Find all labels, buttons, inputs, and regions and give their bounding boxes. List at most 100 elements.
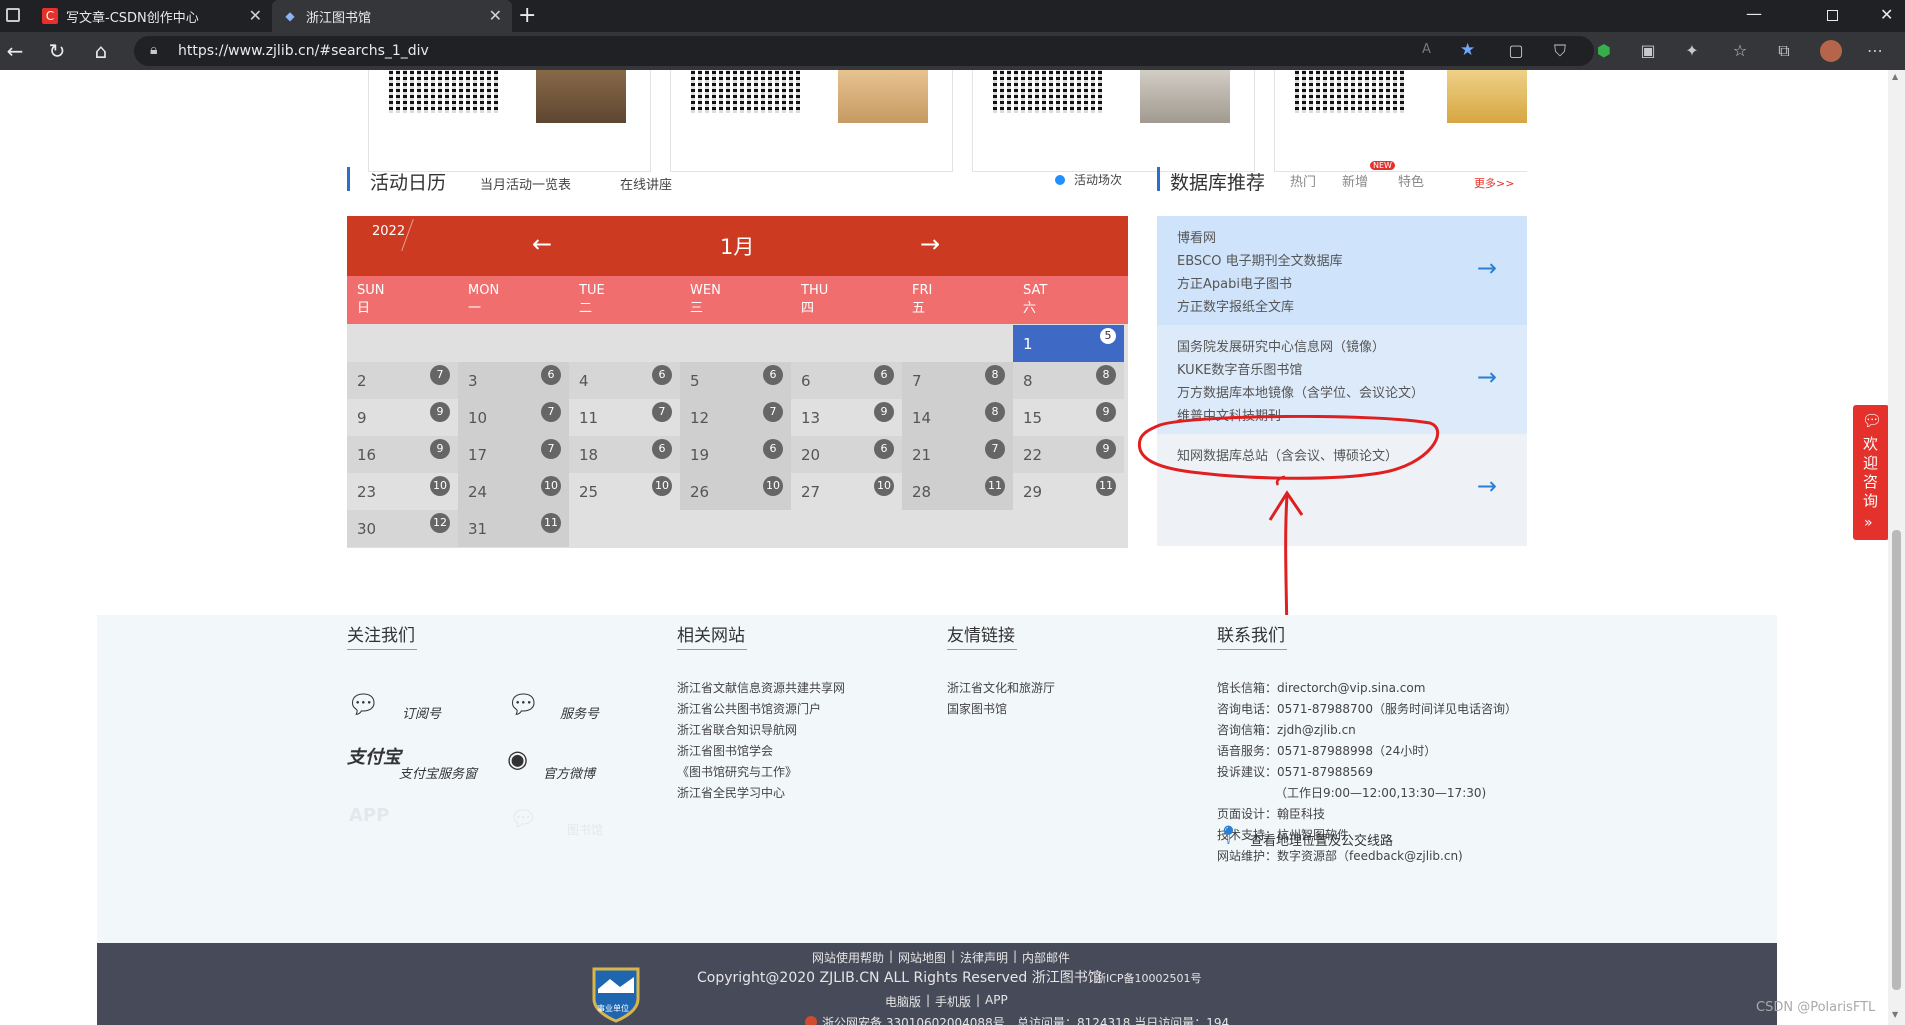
read-aloud-icon[interactable]: A [1422,42,1431,57]
calendar-day[interactable]: 31 11 [458,510,569,547]
online-lecture-link[interactable]: 在线讲座 [620,174,672,193]
calendar-day[interactable]: 15 [1013,325,1124,362]
extension-icon-2[interactable]: ⬢ [1595,42,1613,60]
calendar-day[interactable]: 36 [458,362,569,399]
qr-card[interactable] [670,70,953,172]
db-item[interactable]: 方正Apabi电子图书 [1177,273,1292,292]
calendar-day[interactable]: 66 [791,362,902,399]
calendar-day[interactable]: 14 8 [902,399,1013,436]
map-link[interactable]: 查看地理位置及公交线路 [1250,830,1393,849]
db-more-link[interactable]: 更多>> [1474,175,1514,191]
favorite-star-icon[interactable]: ★ [1460,40,1475,60]
follow-subscription[interactable]: 订阅号 [402,703,441,722]
extension-icon-3[interactable]: ▣ [1639,42,1657,60]
extensions-puzzle-icon[interactable]: ✦ [1683,42,1701,60]
calendar-day[interactable]: 12 7 [680,399,791,436]
refresh-icon[interactable]: ↻ [46,40,68,62]
calendar-day[interactable]: 25 10 [569,473,680,510]
tab-zjlib[interactable]: ◆ 浙江图书馆 ✕ [272,0,512,32]
calendar-day[interactable]: 11 7 [569,399,680,436]
related-link[interactable]: 浙江省联合知识导航网 [677,721,797,738]
scroll-up-icon[interactable]: ▲ [1892,72,1898,81]
wechat-service-icon[interactable]: 💬︎ [507,690,540,720]
prev-month-icon[interactable]: ← [532,230,552,258]
related-link[interactable]: 浙江省图书馆学会 [677,742,773,759]
restore-icon[interactable] [1827,10,1838,21]
icp-number[interactable]: 浙ICP备10002501号 [1095,970,1202,986]
related-link[interactable]: 《图书馆研究与工作》 [677,763,797,780]
friend-link[interactable]: 浙江省文化和旅游厅 [947,679,1055,696]
calendar-day[interactable]: 16 9 [347,436,458,473]
qr-card[interactable] [972,70,1255,172]
calendar-day[interactable]: 26 10 [680,473,791,510]
scrollbar[interactable]: ▲ ▼ [1888,70,1905,1025]
favorites-icon[interactable]: ☆ [1731,42,1749,60]
db-tab-featured[interactable]: 特色 [1398,171,1424,190]
faded-chat-icon[interactable]: 💬︎ [509,807,537,832]
calendar-day[interactable]: 88 [1013,362,1124,399]
db-tab-new[interactable]: 新增 [1342,171,1368,190]
version-link[interactable]: 电脑版 [885,993,921,1010]
related-link[interactable]: 浙江省公共图书馆资源门户 [677,700,821,717]
db-block[interactable]: 博看网 EBSCO 电子期刊全文数据库 方正Apabi电子图书 方正数字报纸全文… [1157,216,1527,325]
calendar-day[interactable]: 18 6 [569,436,680,473]
version-link[interactable]: APP [985,993,1008,1007]
calendar-day[interactable]: 99 [347,399,458,436]
db-tab-hot[interactable]: 热门 [1290,171,1316,190]
new-tab-icon[interactable]: + [518,3,536,28]
related-link[interactable]: 浙江省文献信息资源共建共享网 [677,679,845,696]
footer-link[interactable]: 网站地图 [898,949,946,966]
calendar-day[interactable]: 56 [680,362,791,399]
follow-service[interactable]: 服务号 [560,703,599,722]
calendar-day[interactable]: 78 [902,362,1013,399]
related-link[interactable]: 浙江省全民学习中心 [677,784,785,801]
calendar-day[interactable]: 13 9 [791,399,902,436]
home-icon[interactable]: ⌂ [90,40,112,62]
shield-icon[interactable]: ⛉ [1551,42,1569,60]
follow-app[interactable]: APP [349,805,389,826]
weibo-icon[interactable]: ◉ [507,745,528,773]
collections-icon[interactable]: ⧉ [1775,42,1793,60]
version-link[interactable]: 手机版 [935,993,971,1010]
calendar-day[interactable]: 19 6 [680,436,791,473]
extension-icon-1[interactable]: ▢ [1507,42,1525,60]
db-item[interactable]: EBSCO 电子期刊全文数据库 [1177,250,1343,269]
calendar-day[interactable]: 15 9 [1013,399,1124,436]
footer-link[interactable]: 网站使用帮助 [812,949,884,966]
police-record[interactable]: 浙公网安备 33010602004088号 [822,1014,1005,1025]
calendar-day[interactable]: 46 [569,362,680,399]
wechat-icon[interactable]: 💬︎ [347,690,380,720]
consult-button[interactable]: 💬︎ 欢迎咨询 » [1853,405,1889,540]
arrow-right-icon[interactable]: → [1477,472,1497,500]
next-month-icon[interactable]: → [920,230,940,258]
calendar-day[interactable]: 20 6 [791,436,902,473]
footer-link[interactable]: 法律声明 [960,949,1008,966]
address-field[interactable]: 🔒︎ https://www.zjlib.cn/#searchs_1_div A… [134,36,1594,66]
follow-library[interactable]: 图书馆 [567,821,603,838]
arrow-right-icon[interactable]: → [1477,254,1497,282]
footer-link[interactable]: 内部邮件 [1022,949,1070,966]
tab-actions-icon[interactable] [6,8,20,22]
follow-alipay[interactable]: 支付宝服务窗 [399,763,477,782]
scroll-thumb[interactable] [1892,530,1901,990]
calendar-day[interactable]: 29 11 [1013,473,1124,510]
back-icon[interactable]: ← [4,40,26,62]
calendar-day[interactable]: 10 7 [458,399,569,436]
calendar-day[interactable]: 17 7 [458,436,569,473]
db-item[interactable]: 万方数据库本地镜像（含学位、会议论文） [1177,382,1424,401]
follow-weibo[interactable]: 官方微博 [543,763,595,782]
calendar-day[interactable]: 22 9 [1013,436,1124,473]
qr-card[interactable] [368,70,651,172]
calendar-day[interactable]: 27 [347,362,458,399]
db-item[interactable]: 博看网 [1177,227,1216,246]
minimize-icon[interactable]: — [1746,4,1762,23]
qr-card[interactable] [1274,70,1527,172]
db-item[interactable]: KUKE数字音乐图书馆 [1177,359,1302,378]
more-menu-icon[interactable]: ⋯ [1866,42,1884,60]
profile-avatar-icon[interactable] [1820,40,1842,62]
monthly-activity-link[interactable]: 当月活动一览表 [480,174,571,193]
calendar-day[interactable]: 27 10 [791,473,902,510]
close-tab-icon[interactable]: ✕ [249,6,262,25]
friend-link[interactable]: 国家图书馆 [947,700,1007,717]
db-item[interactable]: 方正数字报纸全文库 [1177,296,1294,315]
